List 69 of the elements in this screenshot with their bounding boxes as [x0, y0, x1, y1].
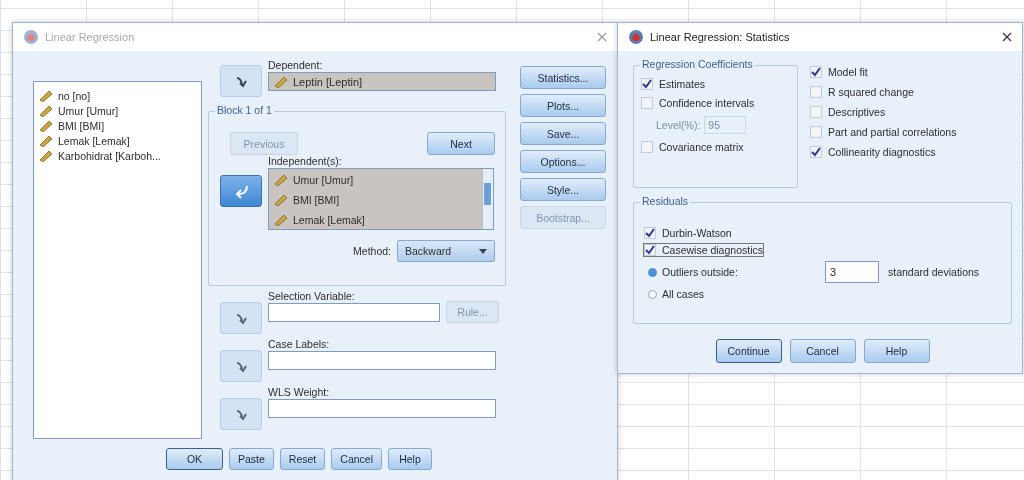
dialog-button[interactable]: Plots...: [520, 94, 606, 117]
checkbox-option[interactable]: Covariance matrix: [641, 141, 744, 153]
ruler-icon: [274, 214, 288, 226]
ruler-icon: [39, 134, 53, 147]
caret-icon: [479, 248, 487, 254]
field-label: standard deviations: [888, 266, 980, 278]
variable-item: Leptin [Leptin]: [293, 75, 363, 88]
variable-item[interactable]: BMI [BMI]: [274, 193, 340, 207]
field-label: Case Labels:: [268, 338, 331, 350]
ruler-icon: [274, 75, 288, 88]
variable-item[interactable]: Umur [Umur]: [274, 173, 354, 187]
variable-item[interactable]: BMI [BMI]: [39, 118, 105, 133]
dialog-button[interactable]: OK: [166, 448, 223, 470]
checkbox-option[interactable]: Model fit: [810, 66, 868, 78]
dialog-button[interactable]: Reset: [279, 448, 326, 470]
dialog-button[interactable]: Help: [863, 339, 930, 363]
app-icon: [628, 29, 644, 45]
case-labels-field[interactable]: [268, 351, 496, 370]
dialog-button[interactable]: Cancel: [789, 339, 856, 363]
move-button[interactable]: [220, 175, 262, 207]
checkbox-option[interactable]: Part and partial correlations: [810, 126, 957, 138]
group-title: Block 1 of 1: [215, 104, 274, 116]
ruler-icon: [39, 149, 53, 162]
ruler-icon: [39, 119, 53, 132]
dialog-button[interactable]: Options...: [520, 150, 606, 173]
radio-option[interactable]: Outliers outside:: [644, 266, 825, 278]
dialog-button[interactable]: Save...: [520, 122, 606, 145]
close-icon[interactable]: [1002, 32, 1012, 42]
checkbox-option[interactable]: Durbin-Watson: [644, 227, 732, 239]
ruler-icon: [274, 194, 288, 206]
variable-item[interactable]: Lemak [Lemak]: [274, 213, 365, 227]
window-title: Linear Regression: Statistics: [650, 31, 791, 43]
app-icon: [23, 29, 39, 45]
variable-item[interactable]: no [no]: [39, 88, 91, 103]
dependent-field[interactable]: Leptin [Leptin]: [268, 72, 496, 91]
dialog-button[interactable]: Help: [388, 448, 432, 470]
field-label: Selection Variable:: [268, 290, 356, 302]
field-label: Dependent:: [268, 59, 324, 71]
checkbox-option[interactable]: Confidence intervals: [641, 97, 755, 109]
variable-item[interactable]: Lemak [Lemak]: [39, 133, 130, 148]
variable-item[interactable]: Karbohidrat [Karboh...: [39, 148, 161, 163]
window-title: Linear Regression: [45, 31, 136, 43]
radio-option[interactable]: All cases: [644, 288, 825, 300]
checkbox-option[interactable]: Estimates: [641, 78, 706, 90]
outlier-threshold-field[interactable]: 3: [825, 261, 879, 283]
ruler-icon: [274, 174, 288, 186]
dialog-button[interactable]: Continue: [715, 339, 782, 363]
block-nav-button[interactable]: Next: [427, 132, 495, 155]
ruler-icon: [39, 104, 53, 117]
method-dropdown[interactable]: Backward: [397, 240, 495, 262]
field-label: WLS Weight:: [268, 386, 331, 398]
field-label: Method:: [353, 245, 391, 257]
group-title: Residuals: [640, 195, 691, 207]
selection-variable-field[interactable]: [268, 303, 440, 322]
dialog-button[interactable]: Statistics...: [520, 66, 606, 89]
dialog-button[interactable]: Style...: [520, 178, 606, 201]
field-label: Level(%):: [656, 119, 701, 131]
scrollbar[interactable]: [482, 169, 493, 229]
field-label: Independent(s):: [268, 155, 343, 167]
group-title: Regression Coefficients: [640, 58, 755, 70]
ruler-icon: [39, 89, 53, 102]
checkbox-option[interactable]: Descriptives: [810, 106, 886, 118]
checkbox-option[interactable]: Collinearity diagnostics: [810, 146, 936, 158]
checkbox-option[interactable]: R squared change: [810, 86, 914, 98]
dialog-button[interactable]: Paste: [229, 448, 274, 470]
wls-weight-field[interactable]: [268, 399, 496, 418]
variable-item[interactable]: Umur [Umur]: [39, 103, 119, 118]
checkbox-option[interactable]: Casewise diagnostics: [644, 244, 763, 256]
dialog-button[interactable]: Cancel: [331, 448, 382, 470]
